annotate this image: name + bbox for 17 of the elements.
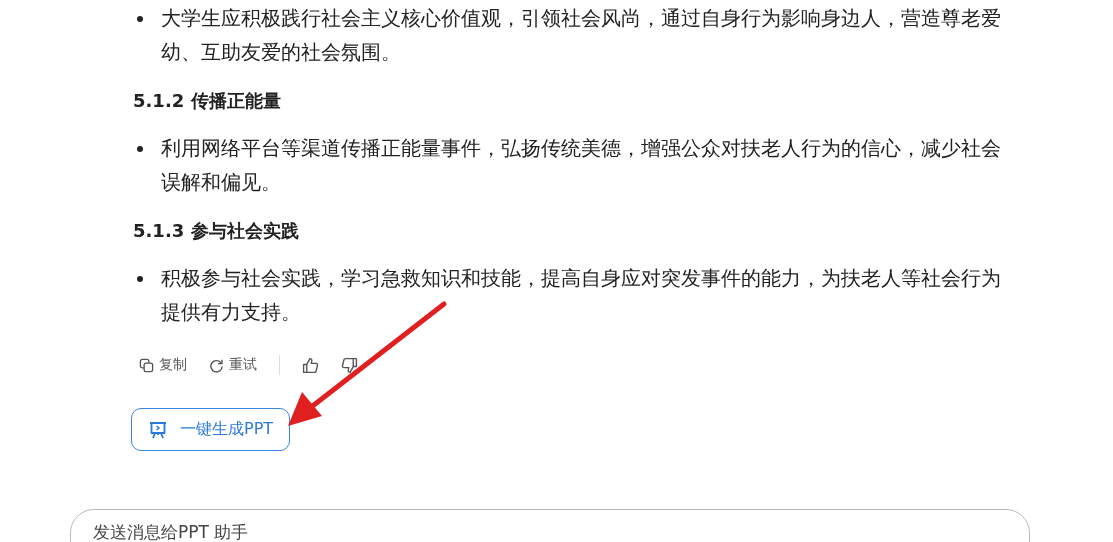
presentation-icon [148, 419, 168, 440]
retry-button[interactable]: 重试 [201, 352, 265, 378]
refresh-icon [209, 357, 224, 373]
section-heading: 5.1.3 参与社会实践 [133, 219, 300, 243]
generate-ppt-button[interactable]: 一键生成PPT [131, 408, 291, 451]
bullet-text: 利用网络平台等渠道传播正能量事件，弘扬传统美德，增强公众对扶老人行为的信心，减少社会误解和偏见。 [161, 136, 1002, 196]
message-input[interactable]: 发送消息给PPT 助手 [70, 509, 1030, 542]
thumbs-down-icon [341, 356, 358, 374]
bullet-icon [137, 16, 143, 22]
bullet-icon [137, 276, 143, 282]
bullet-icon [137, 146, 143, 152]
copy-icon [139, 357, 154, 373]
section-heading: 5.1.2 传播正能量 [133, 89, 282, 113]
thumbs-up-icon [302, 356, 319, 374]
bullet-text: 大学生应积极践行社会主义核心价值观，引领社会风尚，通过自身行为影响身边人，营造尊老爱幼、互助友爱的社会氛围。 [161, 6, 1002, 66]
bullet-text: 积极参与社会实践，学习急救知识和技能，提高自身应对突发事件的能力，为扶老人等社会行为提供有力支持。 [161, 266, 1002, 326]
copy-button[interactable]: 复制 [131, 352, 195, 378]
